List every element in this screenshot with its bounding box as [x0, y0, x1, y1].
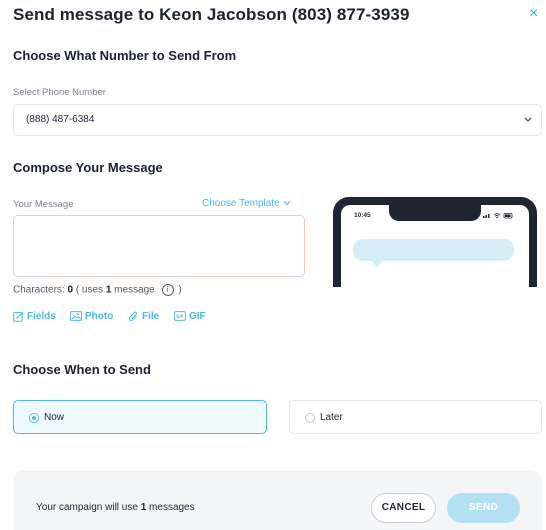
- campaign-usage-text: Your campaign will use 1 messages: [36, 502, 195, 513]
- chevron-down-icon: [524, 117, 532, 122]
- characters-prefix: Characters:: [13, 284, 65, 296]
- radio-selected[interactable]: [29, 413, 39, 423]
- chevron-down-icon: [283, 201, 291, 206]
- later-label: Later: [320, 412, 343, 423]
- phone-number-select[interactable]: (888) 487-6384: [13, 104, 542, 136]
- send-now-option[interactable]: Now: [13, 400, 267, 434]
- choose-template-label: Choose Template: [202, 198, 280, 209]
- when-heading: Choose When to Send: [13, 362, 151, 377]
- info-icon[interactable]: i: [161, 284, 174, 296]
- select-phone-label: Select Phone Number: [13, 87, 106, 98]
- compose-heading: Compose Your Message: [13, 160, 163, 175]
- uses-prefix: ( uses: [75, 284, 104, 296]
- uses-count: 1: [105, 284, 112, 296]
- close-paren: ): [178, 284, 182, 296]
- usage-prefix: Your campaign will use: [36, 502, 138, 513]
- cancel-button[interactable]: CANCEL: [371, 493, 436, 523]
- send-button[interactable]: SEND: [447, 493, 520, 523]
- usage-suffix: messages: [149, 502, 195, 513]
- now-label: Now: [44, 412, 65, 423]
- from-heading: Choose What Number to Send From: [13, 48, 237, 63]
- phone-status-icons: [483, 213, 513, 219]
- uses-suffix: message: [114, 284, 155, 296]
- radio-unselected[interactable]: [305, 413, 315, 423]
- message-bubble-preview: [353, 239, 514, 261]
- fields-button[interactable]: Fields: [13, 311, 56, 322]
- footer-bar: Your campaign will use 1 messages CANCEL…: [13, 470, 542, 530]
- message-label: Your Message: [13, 199, 74, 210]
- modal-title: Send message to Keon Jacobson (803) 877-…: [13, 5, 410, 24]
- message-textarea[interactable]: [13, 215, 305, 277]
- gif-label: GIF: [189, 311, 206, 322]
- paperclip-icon: [128, 311, 138, 321]
- selected-phone-number: (888) 487-6384: [26, 114, 95, 125]
- gif-button[interactable]: GIF: [174, 311, 206, 322]
- gif-icon: [174, 311, 186, 322]
- file-label: File: [142, 311, 160, 323]
- characters-count: 0: [67, 284, 74, 296]
- usage-count: 1: [140, 502, 147, 513]
- phone-preview: 10:45: [333, 197, 537, 287]
- close-icon[interactable]: ×: [529, 5, 538, 22]
- choose-template-link[interactable]: Choose Template: [202, 198, 291, 209]
- phone-notch: [389, 203, 481, 221]
- send-later-option[interactable]: Later: [289, 400, 542, 434]
- pencil-icon: [13, 312, 23, 322]
- image-icon: [70, 311, 82, 322]
- message-bubble-tail: [371, 260, 383, 268]
- character-counter: Characters: 0 ( uses 1 message i ): [13, 284, 182, 296]
- photo-label: Photo: [85, 311, 114, 322]
- file-button[interactable]: File: [128, 311, 159, 322]
- phone-time: 10:45: [354, 212, 371, 219]
- fields-label: Fields: [27, 311, 56, 323]
- photo-button[interactable]: Photo: [70, 311, 113, 322]
